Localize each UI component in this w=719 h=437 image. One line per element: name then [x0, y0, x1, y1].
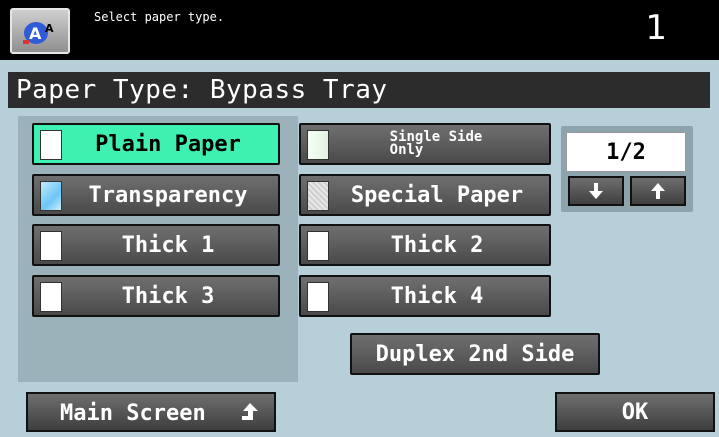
page-indicator: 1/2 [566, 132, 686, 172]
special-paper-icon [307, 181, 329, 211]
status-bar: A A Select paper type. 1 [0, 0, 719, 60]
button-label: Single Side Only [389, 129, 483, 158]
ok-button[interactable]: OK [555, 392, 715, 432]
plain-paper-button[interactable]: Plain Paper [32, 123, 280, 165]
page-title: Paper Type: Bypass Tray [8, 72, 710, 108]
thick-4-button[interactable]: Thick 4 [299, 275, 551, 317]
paper-icon [40, 130, 62, 160]
button-label: Thick 4 [390, 283, 484, 309]
special-paper-button[interactable]: Special Paper [299, 174, 551, 216]
single-side-only-button[interactable]: Single Side Only [299, 123, 551, 165]
arrow-down-icon [589, 183, 603, 199]
transparency-icon [40, 181, 62, 211]
copy-counter: 1 [645, 8, 667, 48]
button-label: Duplex 2nd Side [375, 341, 575, 367]
button-label: Special Paper [350, 182, 524, 208]
button-label: Thick 1 [121, 232, 215, 258]
arrow-up-icon [651, 183, 665, 199]
svg-text:A: A [45, 22, 54, 35]
paper-icon [307, 282, 329, 312]
main-screen-button[interactable]: Main Screen [26, 392, 276, 432]
button-label: Plain Paper [95, 131, 241, 157]
single-side-paper-icon [307, 130, 329, 160]
thick-1-button[interactable]: Thick 1 [32, 224, 280, 266]
button-label: Thick 3 [121, 283, 215, 309]
button-label: Transparency [88, 182, 248, 208]
accessibility-button[interactable]: A A [10, 8, 70, 54]
return-arrow-icon [242, 403, 258, 420]
button-label: Thick 2 [390, 232, 484, 258]
page-up-button[interactable] [630, 176, 686, 206]
accessibility-icon: A A [23, 22, 54, 44]
paper-icon [307, 231, 329, 261]
paper-icon [40, 282, 62, 312]
svg-text:A: A [29, 24, 42, 43]
thick-3-button[interactable]: Thick 3 [32, 275, 280, 317]
duplex-2nd-side-button[interactable]: Duplex 2nd Side [350, 333, 600, 375]
status-message: Select paper type. [94, 10, 225, 24]
paper-type-screen: A A Select paper type. 1 Paper Type: Byp… [0, 0, 719, 437]
button-label: Main Screen [60, 401, 206, 426]
transparency-button[interactable]: Transparency [32, 174, 280, 216]
paper-icon [40, 231, 62, 261]
thick-2-button[interactable]: Thick 2 [299, 224, 551, 266]
page-down-button[interactable] [568, 176, 624, 206]
button-label: OK [621, 399, 649, 425]
